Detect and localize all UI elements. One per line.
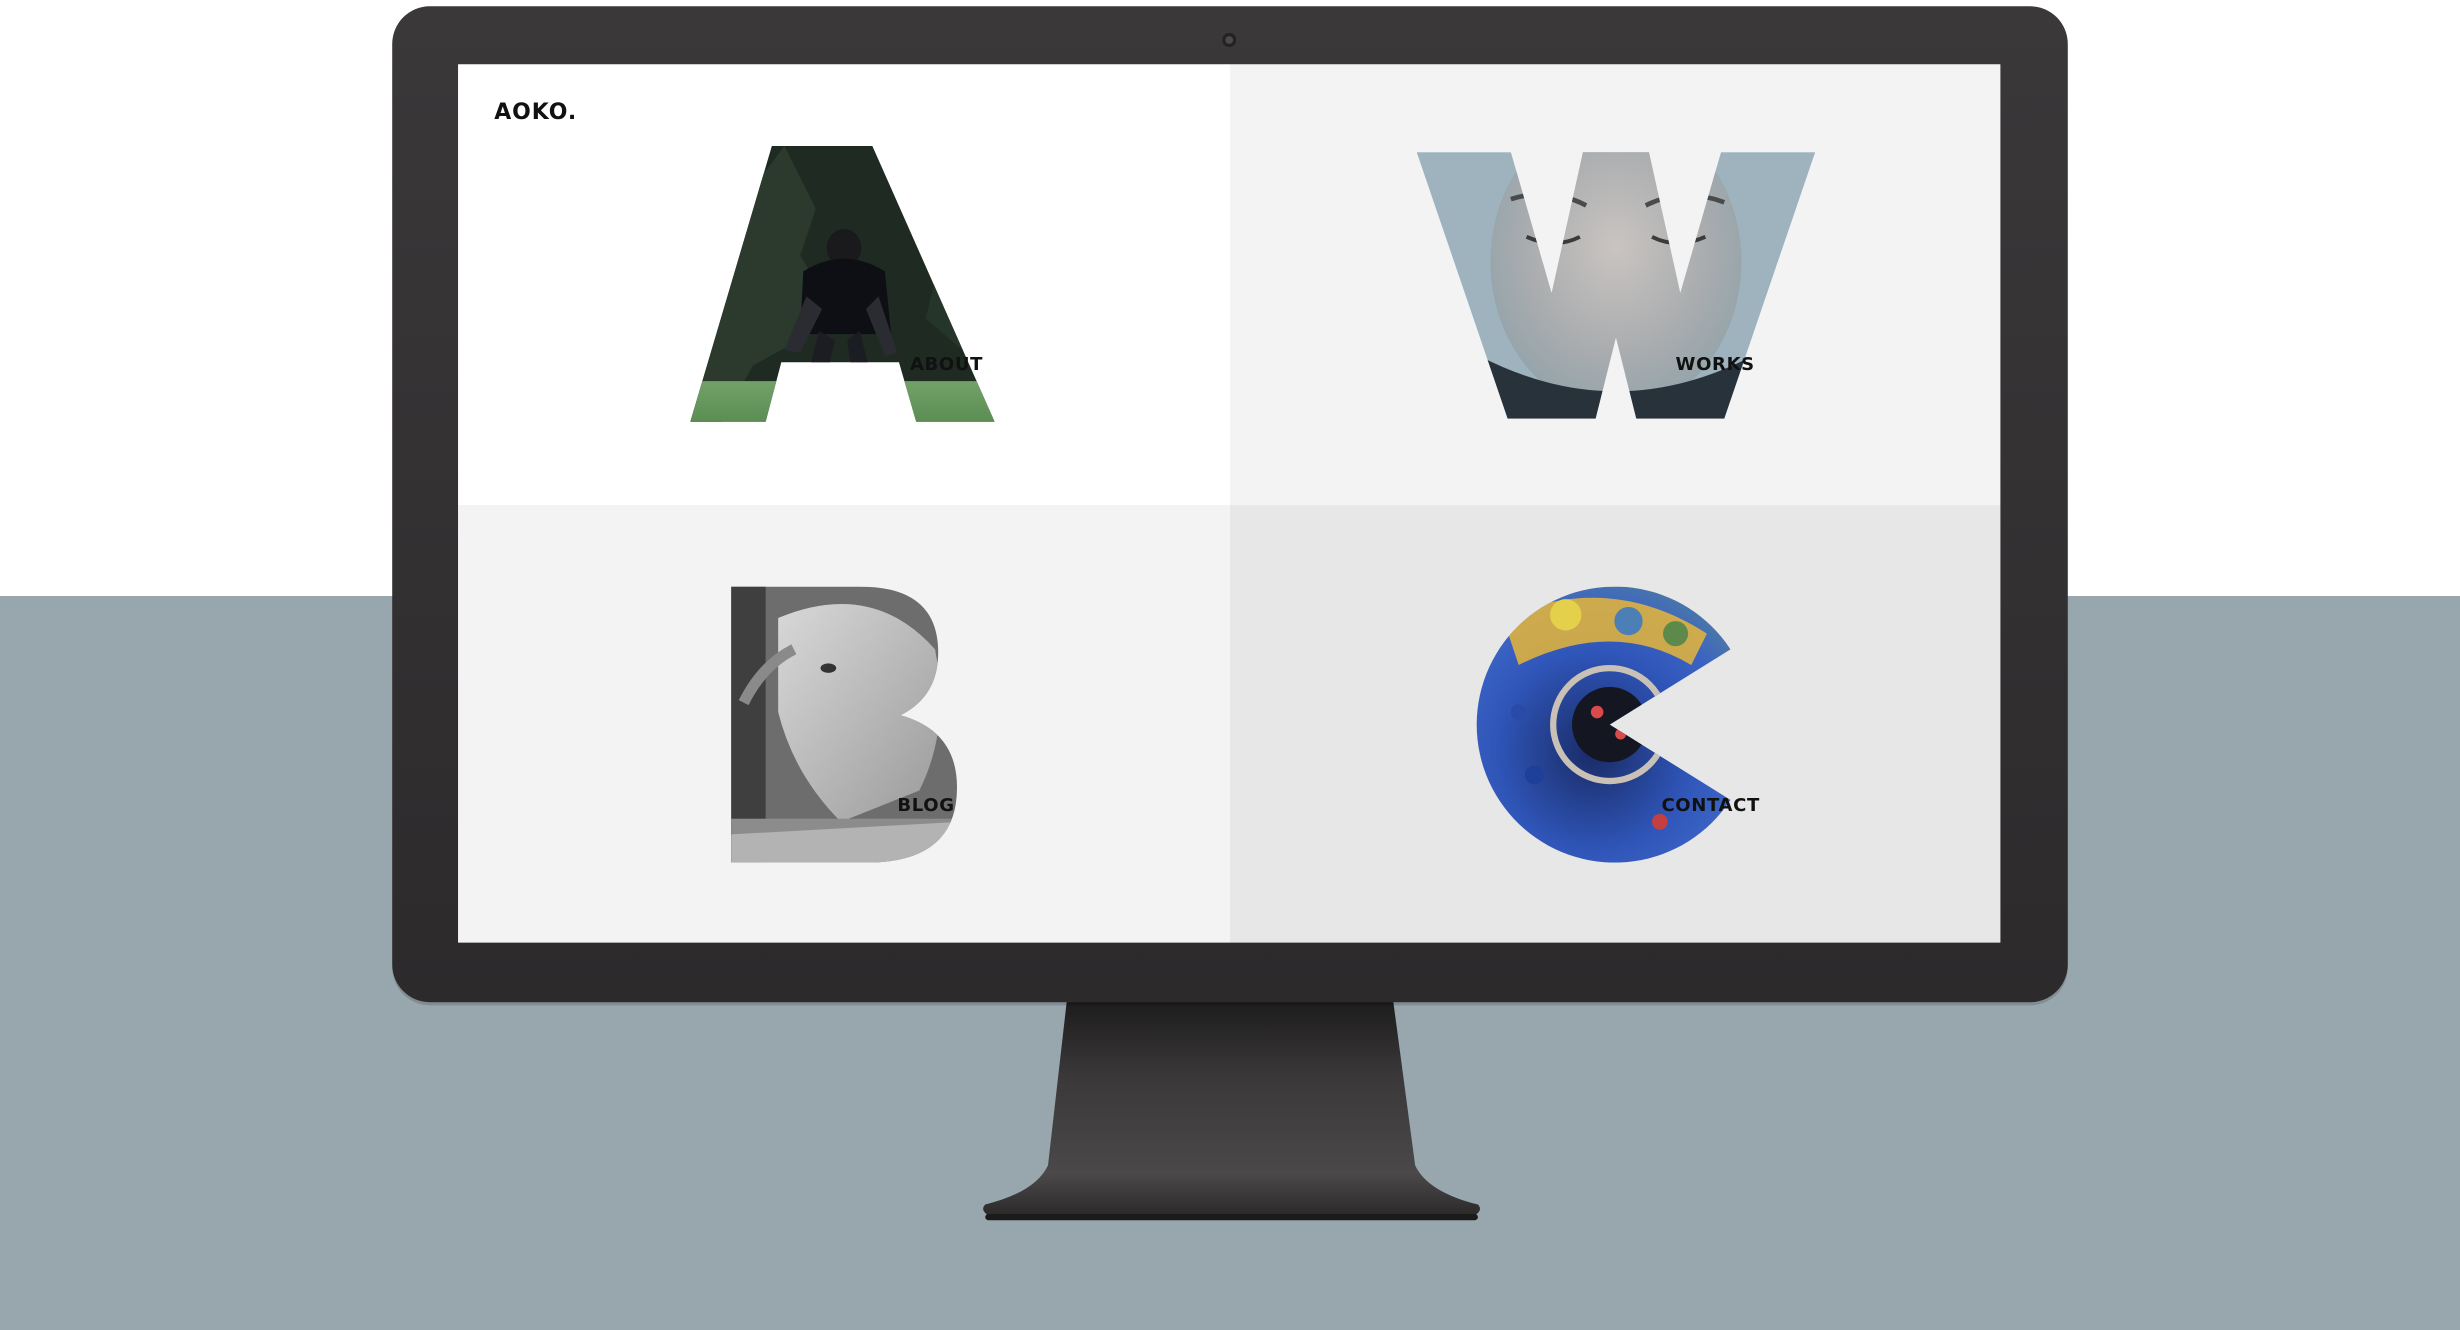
letter-w-photo-icon — [1416, 152, 1816, 419]
tile-works[interactable]: WORKS — [1230, 64, 2001, 506]
tile-about[interactable]: AOKO. ABOUT — [458, 64, 1231, 506]
camera-icon — [1222, 32, 1237, 48]
site-logo[interactable]: AOKO. — [494, 100, 577, 125]
nav-link-about[interactable]: ABOUT — [910, 353, 983, 375]
monitor-mockup-scene: AOKO. ABOUT WORKS BLOG CONTACT — [0, 0, 2460, 1330]
letter-a-photo-icon — [690, 145, 995, 422]
website-screen: AOKO. ABOUT WORKS BLOG CONTACT — [458, 64, 2001, 943]
letter-c-photo-icon — [1476, 586, 1731, 863]
nav-link-blog[interactable]: BLOG — [897, 794, 954, 816]
tile-contact[interactable]: CONTACT — [1230, 505, 2001, 943]
monitor-stand — [983, 1000, 1480, 1221]
nav-link-works[interactable]: WORKS — [1676, 353, 1755, 375]
tile-blog[interactable]: BLOG — [458, 505, 1231, 943]
letter-b-photo-icon — [731, 586, 958, 863]
nav-link-contact[interactable]: CONTACT — [1661, 794, 1759, 816]
